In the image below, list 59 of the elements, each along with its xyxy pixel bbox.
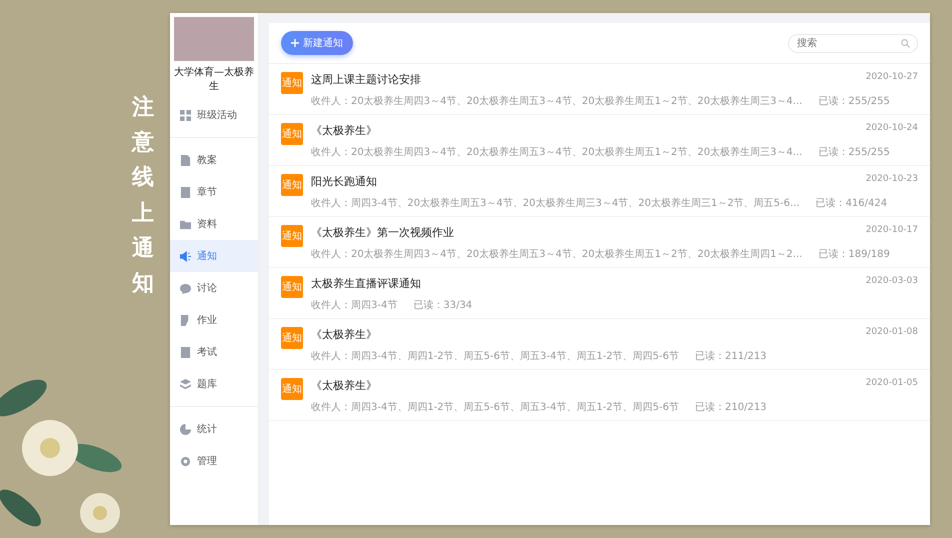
read-count: 已读：255/255 xyxy=(818,146,890,159)
sidebar-item[interactable]: 考试 xyxy=(170,336,258,368)
notice-date: 2020-01-08 xyxy=(866,327,918,339)
notice-badge: 通知 xyxy=(281,174,303,196)
sidebar-item[interactable]: 教案 xyxy=(170,144,258,176)
notice-badge: 通知 xyxy=(281,123,303,145)
notice-date: 2020-10-17 xyxy=(866,225,918,237)
notice-badge: 通知 xyxy=(281,72,303,94)
pie-chart-icon xyxy=(180,424,191,434)
sidebar-item[interactable]: 作业 xyxy=(170,304,258,336)
grid-icon xyxy=(180,110,191,120)
notice-badge: 通知 xyxy=(281,378,303,400)
slide-title: 注意线上通知 xyxy=(132,94,154,298)
notice-title[interactable]: 阳光长跑通知 xyxy=(311,174,377,189)
sidebar-item[interactable]: 题库 xyxy=(170,368,258,400)
notice-title[interactable]: 这周上课主题讨论安排 xyxy=(311,72,421,87)
recipients-text: 收件人：周四3-4节 xyxy=(311,298,398,312)
recipients-text: 收件人：周四3-4节、周四1-2节、周五5-6节、周五3-4节、周五1-2节、周四5-6节 xyxy=(311,400,679,414)
recipients-text: 收件人：20太极养生周四3～4节、20太极养生周五3～4节、20太极养生周五1～2节、20太极养生周三3～4... xyxy=(311,146,802,159)
sidebar-item[interactable]: 章节 xyxy=(170,176,258,208)
sidebar-item[interactable]: 班级活动 xyxy=(170,99,258,131)
recipients-text: 收件人：周四3-4节、周四1-2节、周五5-6节、周五3-4节、周五1-2节、周四5-6节 xyxy=(311,350,679,363)
recipients-text: 收件人：20太极养生周四3～4节、20太极养生周五3～4节、20太极养生周五1～2节、20太极养生周四1～2... xyxy=(311,248,802,261)
settings-icon xyxy=(180,456,191,466)
sidebar-item[interactable]: 管理 xyxy=(170,445,258,477)
notice-title[interactable]: 《太极养生》 xyxy=(311,123,377,138)
sidebar-item[interactable]: 资料 xyxy=(170,208,258,240)
sidebar-item[interactable]: 讨论 xyxy=(170,272,258,304)
notice-badge: 通知 xyxy=(281,276,303,298)
notice-badge: 通知 xyxy=(281,225,303,247)
notice-date: 2020-10-27 xyxy=(866,72,918,84)
read-count: 已读：255/255 xyxy=(818,94,890,108)
folder-icon xyxy=(180,218,191,230)
read-count: 已读：210/213 xyxy=(695,400,767,414)
pencil-document-icon xyxy=(180,314,191,326)
notice-date: 2020-01-05 xyxy=(866,378,918,390)
course-title: 大学体育—太极养生 xyxy=(173,66,255,94)
notice-title[interactable]: 太极养生直播评课通知 xyxy=(311,276,421,291)
read-count: 已读：211/213 xyxy=(695,350,767,363)
document-icon xyxy=(180,154,191,166)
notice-title[interactable]: 《太极养生》 xyxy=(311,327,377,342)
speaker-icon xyxy=(180,250,191,262)
read-count: 已读：33/34 xyxy=(413,298,472,312)
search-field[interactable]: 搜索 xyxy=(788,34,918,52)
notice-date: 2020-03-03 xyxy=(866,276,918,288)
notice-badge: 通知 xyxy=(281,327,303,349)
plus-icon xyxy=(291,39,299,47)
read-count: 已读：189/189 xyxy=(818,248,890,261)
notice-date: 2020-10-24 xyxy=(866,123,918,135)
read-count: 已读：416/424 xyxy=(816,196,888,210)
notice-title[interactable]: 《太极养生》第一次视频作业 xyxy=(311,225,454,240)
notice-title[interactable]: 《太极养生》 xyxy=(311,378,377,393)
notice-date: 2020-10-23 xyxy=(866,174,918,186)
recipients-text: 收件人：20太极养生周四3～4节、20太极养生周五3～4节、20太极养生周五1～2节、20太极养生周三3～4... xyxy=(311,94,802,108)
stack-icon xyxy=(180,378,191,390)
search-icon xyxy=(901,38,910,48)
recipients-text: 收件人：周四3-4节、20太极养生周五3～4节、20太极养生周三3～4节、20太极养生周三1～2节、周五5-6... xyxy=(311,196,800,210)
sidebar-item[interactable]: 统计 xyxy=(170,413,258,445)
chat-icon xyxy=(180,282,191,294)
